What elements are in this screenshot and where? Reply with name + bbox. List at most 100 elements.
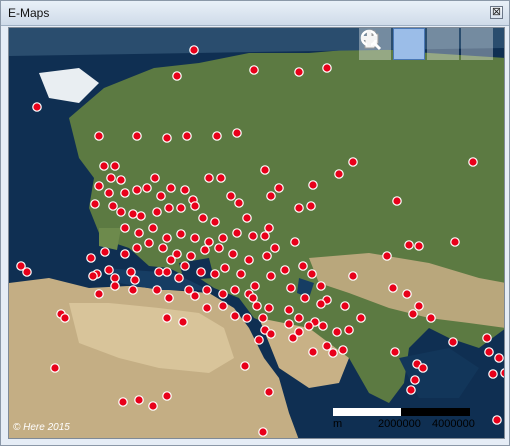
map-marker[interactable] (307, 269, 317, 279)
map-marker[interactable] (382, 251, 392, 261)
map-marker[interactable] (116, 175, 126, 185)
map-marker[interactable] (106, 173, 116, 183)
map-marker[interactable] (108, 201, 118, 211)
map-marker[interactable] (280, 265, 290, 275)
map-marker[interactable] (468, 157, 478, 167)
map-marker[interactable] (110, 281, 120, 291)
map-marker[interactable] (240, 361, 250, 371)
map-marker[interactable] (150, 173, 160, 183)
map-marker[interactable] (230, 285, 240, 295)
map-marker[interactable] (136, 211, 146, 221)
map-marker[interactable] (232, 228, 242, 238)
map-marker[interactable] (182, 131, 192, 141)
map-marker[interactable] (178, 317, 188, 327)
map-marker[interactable] (316, 299, 326, 309)
map-marker[interactable] (270, 243, 280, 253)
map-marker[interactable] (218, 233, 228, 243)
map-view[interactable]: m 2000000 4000000 © Here 2015 (8, 27, 505, 439)
map-marker[interactable] (484, 347, 494, 357)
map-marker[interactable] (260, 165, 270, 175)
map-marker[interactable] (228, 249, 238, 259)
map-marker[interactable] (332, 327, 342, 337)
map-marker[interactable] (99, 161, 109, 171)
map-marker[interactable] (176, 229, 186, 239)
map-marker[interactable] (414, 301, 424, 311)
map-marker[interactable] (162, 267, 172, 277)
map-marker[interactable] (264, 303, 274, 313)
map-marker[interactable] (128, 209, 138, 219)
map-marker[interactable] (152, 207, 162, 217)
map-marker[interactable] (190, 233, 200, 243)
map-marker[interactable] (414, 241, 424, 251)
map-marker[interactable] (248, 231, 258, 241)
map-marker[interactable] (214, 243, 224, 253)
map-marker[interactable] (22, 267, 32, 277)
map-marker[interactable] (176, 203, 186, 213)
map-marker[interactable] (392, 196, 402, 206)
map-marker[interactable] (198, 213, 208, 223)
map-marker[interactable] (322, 63, 332, 73)
map-marker[interactable] (196, 267, 206, 277)
map-marker[interactable] (348, 157, 358, 167)
map-marker[interactable] (60, 313, 70, 323)
map-marker[interactable] (304, 321, 314, 331)
title-bar[interactable]: E-Maps ⊠ (1, 1, 509, 26)
map-marker[interactable] (166, 255, 176, 265)
map-marker[interactable] (388, 283, 398, 293)
map-marker[interactable] (242, 213, 252, 223)
map-marker[interactable] (264, 223, 274, 233)
map-marker[interactable] (164, 203, 174, 213)
map-marker[interactable] (488, 369, 498, 379)
map-marker[interactable] (402, 289, 412, 299)
map-marker[interactable] (248, 293, 258, 303)
map-marker[interactable] (220, 263, 230, 273)
map-marker[interactable] (294, 67, 304, 77)
map-marker[interactable] (134, 395, 144, 405)
map-marker[interactable] (120, 249, 130, 259)
map-marker[interactable] (180, 261, 190, 271)
map-marker[interactable] (308, 347, 318, 357)
map-marker[interactable] (164, 293, 174, 303)
map-marker[interactable] (144, 238, 154, 248)
map-marker[interactable] (134, 228, 144, 238)
map-marker[interactable] (132, 131, 142, 141)
map-marker[interactable] (104, 265, 114, 275)
map-marker[interactable] (152, 285, 162, 295)
map-marker[interactable] (158, 243, 168, 253)
map-marker[interactable] (286, 283, 296, 293)
map-marker[interactable] (294, 203, 304, 213)
map-marker[interactable] (94, 181, 104, 191)
map-marker[interactable] (148, 401, 158, 411)
map-marker[interactable] (88, 271, 98, 281)
map-marker[interactable] (186, 251, 196, 261)
map-marker[interactable] (110, 161, 120, 171)
map-marker[interactable] (500, 368, 505, 378)
close-button[interactable]: ⊠ (490, 6, 503, 19)
map-marker[interactable] (148, 223, 158, 233)
map-marker[interactable] (132, 243, 142, 253)
zoom-in-button[interactable] (361, 28, 459, 60)
map-marker[interactable] (126, 267, 136, 277)
map-marker[interactable] (288, 333, 298, 343)
map-marker[interactable] (450, 237, 460, 247)
map-marker[interactable] (258, 427, 268, 437)
map-marker[interactable] (334, 169, 344, 179)
map-marker[interactable] (356, 313, 366, 323)
map-marker[interactable] (190, 201, 200, 211)
map-marker[interactable] (204, 173, 214, 183)
map-marker[interactable] (328, 348, 338, 358)
map-marker[interactable] (260, 231, 270, 241)
map-marker[interactable] (482, 333, 492, 343)
zoom-tool-button[interactable] (360, 28, 425, 60)
map-marker[interactable] (494, 353, 504, 363)
map-marker[interactable] (94, 289, 104, 299)
map-marker[interactable] (174, 273, 184, 283)
map-marker[interactable] (180, 185, 190, 195)
map-marker[interactable] (258, 313, 268, 323)
map-marker[interactable] (94, 131, 104, 141)
map-marker[interactable] (448, 337, 458, 347)
map-marker[interactable] (390, 347, 400, 357)
map-marker[interactable] (230, 311, 240, 321)
map-marker[interactable] (348, 271, 358, 281)
map-marker[interactable] (130, 275, 140, 285)
